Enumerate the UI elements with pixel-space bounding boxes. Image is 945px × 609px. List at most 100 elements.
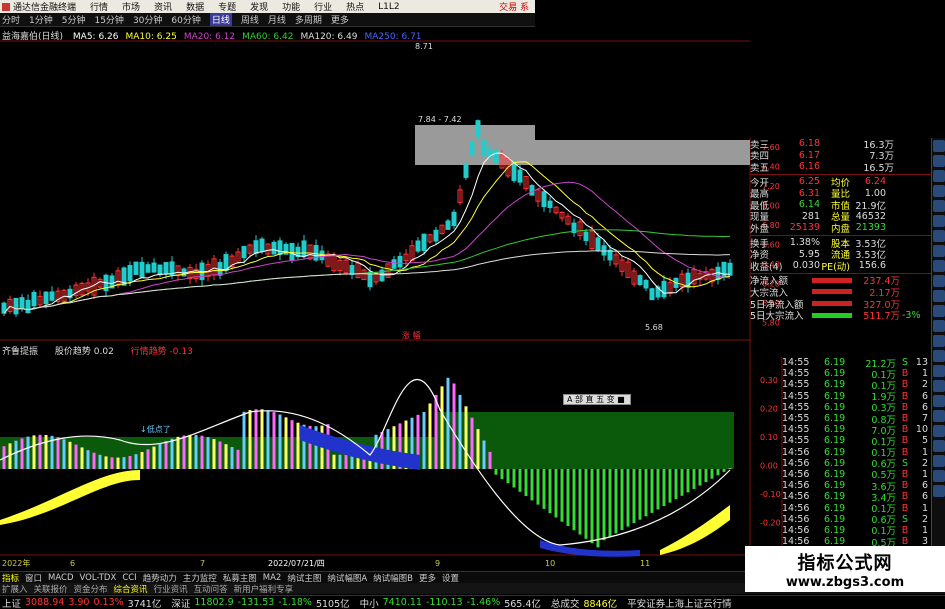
indicator-bar: [656, 469, 660, 510]
indicator-tab[interactable]: CCI: [122, 573, 136, 583]
indicator-tab[interactable]: 纳试主图: [287, 572, 321, 584]
toolbar-icon[interactable]: [933, 425, 945, 437]
menu-item[interactable]: 专题: [218, 0, 236, 13]
candle-body: [475, 120, 481, 137]
toolbar-icon[interactable]: [933, 365, 945, 377]
indicator-tab[interactable]: 纳试幅图B: [373, 572, 413, 584]
quote-value: 6.17: [798, 149, 820, 161]
period-tab[interactable]: 日线: [209, 13, 232, 26]
tick-t: 14:56: [782, 524, 810, 536]
toolbar-icon[interactable]: [933, 215, 945, 227]
toolbar-icon[interactable]: [933, 440, 945, 452]
quote-value: 281: [801, 210, 820, 222]
toolbar-icon[interactable]: [933, 380, 945, 392]
toolbar-icon[interactable]: [933, 395, 945, 407]
tick-p: 6.19: [824, 480, 846, 492]
indicator-band: [437, 412, 734, 469]
toolbar-icon[interactable]: [933, 320, 945, 332]
indicator-tab[interactable]: 指标: [2, 572, 19, 584]
quote-label: 外盘: [750, 223, 770, 235]
toolbar-icon[interactable]: [933, 335, 945, 347]
period-tab[interactable]: 更多: [331, 13, 349, 26]
period-tab[interactable]: 多周期: [295, 13, 322, 26]
indicator-bar: [176, 436, 180, 469]
toolbar-icon[interactable]: [933, 455, 945, 467]
period-tab[interactable]: 15分钟: [94, 13, 123, 26]
indicator-bar: [452, 383, 456, 469]
candle-body: [139, 261, 145, 278]
toolbar-icon[interactable]: [933, 140, 945, 152]
toolbar-icon[interactable]: [933, 200, 945, 212]
indicator-bar: [266, 410, 270, 469]
indicator-tab[interactable]: 更多: [419, 572, 436, 584]
toolbar-icon[interactable]: [933, 275, 945, 287]
indicator-tab[interactable]: 窗口: [25, 572, 42, 584]
candle-body: [643, 279, 649, 289]
indicator-tab[interactable]: VOL-TDX: [80, 573, 117, 583]
candle-body: [19, 297, 25, 310]
menu-item[interactable]: 资讯: [154, 0, 172, 13]
period-tab[interactable]: 1分钟: [29, 13, 53, 26]
menu-item[interactable]: 功能: [282, 0, 300, 13]
candle-body: [301, 240, 307, 258]
indicator-bar: [230, 447, 234, 469]
toolbar-icon[interactable]: [933, 260, 945, 272]
tick-p: 6.19: [824, 435, 846, 447]
indicator-bar: [98, 454, 102, 469]
toolbar-icon[interactable]: [933, 305, 945, 317]
indicator-tab[interactable]: 主力监控: [183, 572, 217, 584]
tick-n: 7: [921, 413, 928, 425]
toolbar-icon[interactable]: [933, 170, 945, 182]
indicator-bar: [284, 417, 288, 469]
period-tab[interactable]: 周线: [241, 13, 259, 26]
tick-s: S: [901, 513, 909, 525]
toolbar-icon[interactable]: [933, 185, 945, 197]
indicator-tab[interactable]: 趋势动力: [143, 572, 177, 584]
menu-item[interactable]: 数据: [186, 0, 204, 13]
info-tab[interactable]: 综合资讯: [114, 583, 148, 595]
toolbar-icon[interactable]: [933, 350, 945, 362]
info-tab[interactable]: 关联报价: [34, 583, 68, 595]
period-tab[interactable]: 60分钟: [171, 13, 200, 26]
indicator-name[interactable]: 齐鲁提振: [2, 347, 38, 357]
info-tab[interactable]: 互动问答: [194, 583, 228, 595]
indicator-bar: [608, 469, 612, 537]
indicator-popup[interactable]: A 部 直 五 变 ■: [563, 394, 631, 405]
info-tab[interactable]: 新用户福利专享: [234, 583, 294, 595]
info-tab[interactable]: 资金分布: [74, 583, 108, 595]
brand-label[interactable]: 交易 系: [499, 0, 529, 13]
menu-item[interactable]: 市场: [122, 0, 140, 13]
toolbar-icon[interactable]: [933, 155, 945, 167]
toolbar-icon[interactable]: [933, 485, 945, 497]
menu-item[interactable]: 发现: [250, 0, 268, 13]
menu-item[interactable]: 行情: [90, 0, 108, 13]
quote-label: 内盘: [830, 223, 850, 235]
indicator-tab[interactable]: MACD: [48, 573, 73, 583]
menu-item[interactable]: 热点: [346, 0, 364, 13]
ma-line: [3, 152, 731, 314]
tick-s: S: [901, 357, 909, 369]
indicator-tab[interactable]: MA2: [263, 573, 282, 583]
toolbar-icon[interactable]: [933, 290, 945, 302]
period-tab[interactable]: 30分钟: [133, 13, 162, 26]
toolbar-icon[interactable]: [933, 230, 945, 242]
indicator-tab[interactable]: 设置: [442, 572, 459, 584]
quote-value: 6.18: [798, 138, 820, 150]
period-tab[interactable]: 5分钟: [62, 13, 86, 26]
menu-item[interactable]: 行业: [314, 0, 332, 13]
info-tab[interactable]: 行业资讯: [154, 583, 188, 595]
tick-list[interactable]: 14:55 6.19 21.2万 S 13 14:55 6.19 0.1万 B 1 14:55 6.1…: [782, 357, 932, 560]
toolbar-icon[interactable]: [933, 470, 945, 482]
menu-item[interactable]: L1L2: [378, 2, 399, 12]
candle-body: [601, 245, 607, 256]
indicator-tab[interactable]: 纳试幅图A: [327, 572, 367, 584]
indicator-tab[interactable]: 私募主图: [223, 572, 257, 584]
period-tab[interactable]: 分时: [2, 13, 20, 26]
toolbar-icon[interactable]: [933, 410, 945, 422]
toolbar-icon[interactable]: [933, 245, 945, 257]
candle-body: [391, 259, 397, 269]
period-tab[interactable]: 月线: [268, 13, 286, 26]
info-tab[interactable]: 扩展入: [2, 583, 28, 595]
index-pct: -1.46%: [466, 597, 501, 608]
indicator-axis-label: 0.10: [760, 433, 778, 442]
